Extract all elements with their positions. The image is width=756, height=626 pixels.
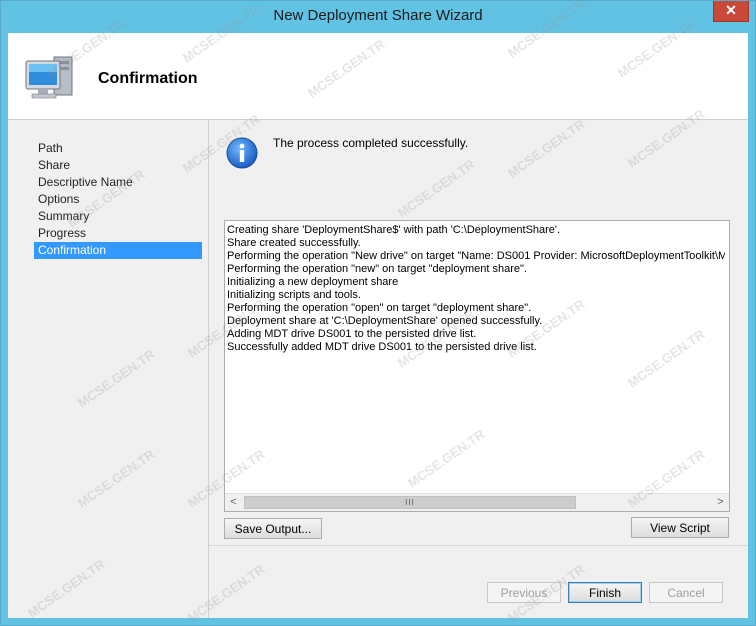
wizard-step-list: Path Share Descriptive Name Options Summ… (8, 120, 208, 618)
footer-divider (209, 545, 748, 546)
wizard-window: New Deployment Share Wizard ✕ Confirmati… (0, 0, 756, 626)
log-line: Initializing scripts and tools. (227, 289, 361, 301)
title-bar[interactable]: New Deployment Share Wizard ✕ (1, 1, 755, 33)
save-output-button[interactable]: Save Output... (224, 518, 322, 539)
close-icon: ✕ (725, 2, 737, 18)
status-message: The process completed successfully. (273, 136, 469, 150)
info-icon (225, 136, 259, 170)
nav-item-path[interactable]: Path (34, 140, 202, 157)
log-text: Creating share 'DeploymentShare$' with p… (227, 224, 725, 492)
scroll-right-arrow-icon[interactable]: > (712, 494, 729, 511)
scroll-left-arrow-icon[interactable]: < (225, 494, 242, 511)
wizard-client-area: Confirmation Path Share Descriptive Name… (8, 33, 748, 618)
nav-item-confirmation[interactable]: Confirmation (34, 242, 202, 259)
page-title: Confirmation (98, 70, 198, 87)
nav-item-share[interactable]: Share (34, 157, 202, 174)
confirmation-panel: The process completed successfully. Crea… (209, 120, 748, 618)
log-line: Adding MDT drive DS001 to the persisted … (227, 328, 477, 340)
computer-icon (24, 51, 80, 105)
previous-button[interactable]: Previous (487, 582, 561, 603)
log-line: Deployment share at 'C:\DeploymentShare'… (227, 315, 543, 327)
nav-item-progress[interactable]: Progress (34, 225, 202, 242)
log-line: Share created successfully. (227, 237, 361, 249)
log-line: Performing the operation "new" on target… (227, 263, 527, 275)
wizard-body: Path Share Descriptive Name Options Summ… (8, 120, 748, 618)
scrollbar-thumb[interactable]: III (244, 496, 576, 509)
nav-item-options[interactable]: Options (34, 191, 202, 208)
output-log[interactable]: Creating share 'DeploymentShare$' with p… (224, 220, 730, 512)
log-line: Successfully added MDT drive DS001 to th… (227, 341, 537, 353)
nav-item-summary[interactable]: Summary (34, 208, 202, 225)
log-line: Performing the operation "New drive" on … (227, 250, 725, 262)
horizontal-scrollbar[interactable]: < III > (225, 493, 729, 511)
nav-item-descriptive-name[interactable]: Descriptive Name (34, 174, 202, 191)
cancel-button[interactable]: Cancel (649, 582, 723, 603)
finish-button[interactable]: Finish (568, 582, 642, 603)
log-line: Initializing a new deployment share (227, 276, 399, 288)
view-script-button[interactable]: View Script (631, 517, 729, 538)
window-title: New Deployment Share Wizard (273, 7, 483, 24)
log-line: Creating share 'DeploymentShare$' with p… (227, 224, 561, 236)
close-button[interactable]: ✕ (713, 1, 749, 22)
log-line: Performing the operation "open" on targe… (227, 302, 532, 314)
wizard-header: Confirmation (8, 33, 748, 120)
